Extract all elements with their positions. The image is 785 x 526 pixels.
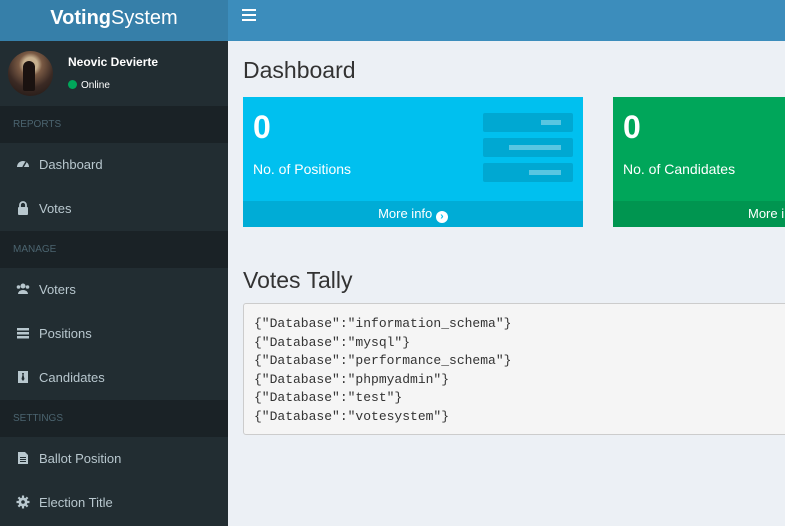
sidebar-item-label: Voters (39, 282, 76, 297)
tasks-icon (483, 113, 573, 185)
sidebar-item-label: Ballot Position (39, 451, 122, 466)
tally-line: {"Database":"test"} (254, 390, 403, 406)
app-logo[interactable]: VotingSystem (0, 0, 228, 41)
tally-line: {"Database":"performance_schema"} (254, 353, 512, 369)
more-info-label: More info (748, 206, 785, 221)
candidates-box: 0 No. of Candidates More info (613, 97, 785, 227)
sidebar-item-votes[interactable]: Votes (0, 187, 228, 231)
users-icon (16, 283, 30, 294)
positions-box: 0 No. of Positions More info › (243, 97, 583, 227)
sidebar-item-candidates[interactable]: Candidates (0, 356, 228, 400)
sidebar-item-ballot-position[interactable]: Ballot Position (0, 437, 228, 481)
sidebar-item-label: Election Title (39, 495, 113, 510)
tally-line: {"Database":"votesystem"} (254, 408, 450, 424)
candidates-more-info-link[interactable]: More info (613, 201, 785, 227)
user-status: Online (68, 80, 110, 91)
sidebar-item-label: Positions (39, 326, 92, 341)
online-dot-icon (68, 80, 77, 89)
sidebar-toggle-icon[interactable] (242, 9, 256, 23)
user-panel: Neovic Devierte Online (0, 41, 228, 106)
sidebar: Neovic Devierte Online REPORTS Dashboard… (0, 41, 228, 526)
sidebar-item-label: Votes (39, 201, 72, 216)
user-status-label: Online (81, 80, 110, 91)
page-title: Dashboard (243, 57, 356, 83)
avatar (8, 51, 53, 96)
positions-count: 0 (253, 109, 271, 145)
sidebar-item-election-title[interactable]: Election Title (0, 481, 228, 525)
positions-more-info-link[interactable]: More info › (243, 201, 583, 227)
sidebar-item-label: Dashboard (39, 157, 103, 172)
sidebar-item-label: Candidates (39, 370, 105, 385)
top-navbar (228, 0, 785, 41)
logo-rest: System (111, 7, 178, 29)
file-text-icon (18, 452, 28, 464)
tasks-icon (17, 328, 29, 339)
arrow-circle-right-icon: › (435, 211, 448, 223)
sidebar-item-voters[interactable]: Voters (0, 268, 228, 312)
cog-icon (16, 495, 30, 509)
votes-tally-title: Votes Tally (243, 267, 353, 293)
candidates-label: No. of Candidates (623, 161, 736, 177)
section-header-reports: REPORTS (0, 106, 228, 143)
user-name: Neovic Devierte (68, 55, 159, 69)
logo-bold: Voting (50, 7, 112, 29)
tally-line: {"Database":"phpmyadmin"} (254, 371, 450, 387)
votes-tally-output: {"Database":"information_schema"} {"Data… (243, 303, 785, 435)
sidebar-item-positions[interactable]: Positions (0, 312, 228, 356)
section-header-manage: MANAGE (0, 231, 228, 268)
sidebar-item-dashboard[interactable]: Dashboard (0, 143, 228, 187)
black-tie-icon (18, 371, 28, 383)
candidates-count: 0 (623, 109, 641, 145)
dashboard-icon (17, 161, 29, 168)
section-header-settings: SETTINGS (0, 400, 228, 437)
more-info-label: More info (378, 206, 433, 221)
tally-line: {"Database":"mysql"} (254, 334, 411, 350)
tally-line: {"Database":"information_schema"} (254, 316, 512, 331)
lock-icon (18, 201, 28, 215)
positions-label: No. of Positions (253, 161, 352, 177)
